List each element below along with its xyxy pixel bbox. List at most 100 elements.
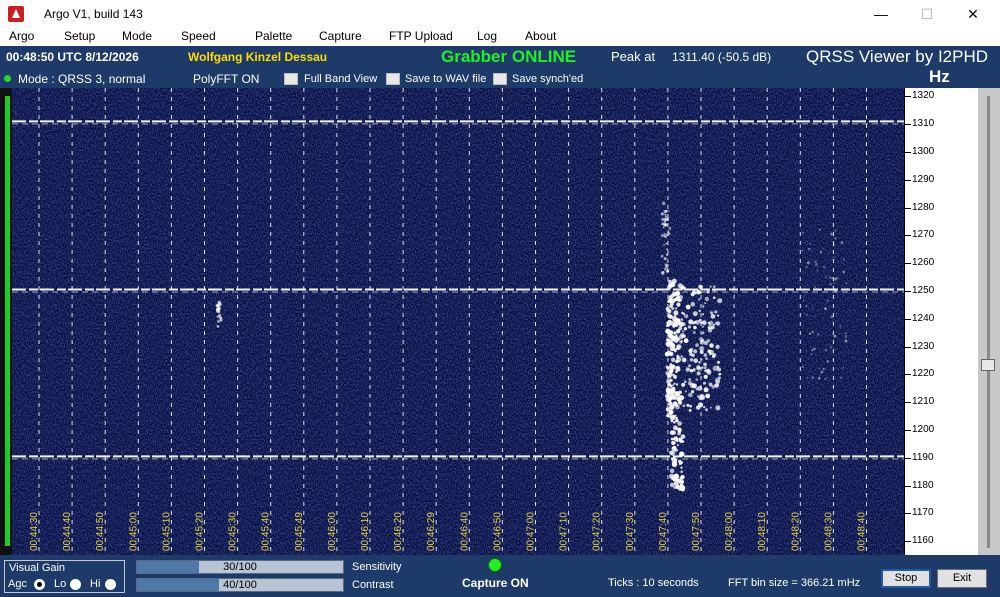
signal-dot bbox=[824, 276, 827, 279]
bottom-panel: Visual Gain Agc Lo Hi 30/100 Sensitivity… bbox=[0, 555, 1000, 597]
signal-dot bbox=[675, 360, 679, 364]
station-name: Wolfgang Kinzel Dessau bbox=[188, 50, 328, 64]
menu-argo[interactable]: Argo bbox=[9, 29, 34, 43]
contrast-slider[interactable]: 40/100 bbox=[136, 578, 344, 592]
signal-dot bbox=[818, 367, 821, 370]
signal-dot bbox=[674, 347, 677, 351]
peak-label: Peak at bbox=[611, 49, 656, 64]
signal-dot bbox=[833, 256, 835, 258]
signal-dot bbox=[708, 326, 712, 330]
save-synched-checkbox[interactable] bbox=[493, 73, 507, 85]
signal-dot bbox=[675, 290, 681, 296]
time-label: 00:47:30 bbox=[625, 512, 636, 551]
signal-dot bbox=[683, 338, 689, 344]
signal-dot bbox=[673, 331, 677, 335]
menu-ftp-upload[interactable]: FTP Upload bbox=[389, 29, 453, 43]
signal-dot bbox=[684, 314, 689, 319]
signal-dot bbox=[820, 370, 824, 374]
signal-dot bbox=[666, 248, 669, 251]
full-band-view-checkbox[interactable] bbox=[284, 73, 298, 85]
frequency-label: 1320 bbox=[912, 90, 935, 102]
gain-hi-radio[interactable] bbox=[105, 579, 116, 590]
signal-dot bbox=[818, 229, 821, 231]
signal-dot bbox=[667, 300, 671, 304]
menu-capture[interactable]: Capture bbox=[319, 29, 362, 43]
waterfall-display[interactable]: 00:44:30 00:44:40 00:44:50 00:45:00 00:45:10… bbox=[12, 88, 904, 555]
signal-dot bbox=[672, 445, 677, 450]
frequency-tick bbox=[905, 485, 911, 487]
signal-dot bbox=[663, 209, 668, 214]
signal-dot bbox=[811, 330, 814, 333]
menu-log[interactable]: Log bbox=[477, 29, 497, 43]
signal-dot bbox=[668, 383, 672, 387]
frequency-label: 1250 bbox=[912, 284, 935, 296]
gain-hi-label: Hi bbox=[90, 578, 101, 590]
signal-dot bbox=[675, 404, 679, 407]
gain-agc-radio[interactable] bbox=[34, 579, 45, 590]
signal-dot bbox=[667, 313, 672, 319]
time-label: 00:47:50 bbox=[691, 512, 702, 551]
signal-dot bbox=[669, 468, 675, 474]
exit-button[interactable]: Exit bbox=[937, 569, 987, 588]
save-wav-checkbox[interactable] bbox=[386, 73, 400, 85]
signal-dot bbox=[696, 405, 701, 410]
signal-dot bbox=[697, 385, 703, 391]
signal-dot bbox=[716, 314, 720, 317]
visual-gain-group: Visual Gain Agc Lo Hi bbox=[4, 560, 125, 593]
frequency-tick bbox=[905, 402, 911, 404]
signal-dot bbox=[670, 386, 676, 392]
gain-lo-radio[interactable] bbox=[70, 579, 81, 590]
signal-dot bbox=[666, 366, 670, 370]
signal-dot bbox=[665, 306, 670, 311]
signal-dot bbox=[665, 393, 670, 399]
signal-dot bbox=[692, 331, 696, 334]
frequency-label: 1270 bbox=[912, 229, 935, 241]
frequency-slider-thumb[interactable] bbox=[981, 359, 995, 371]
signal-dot bbox=[717, 298, 723, 304]
minimize-button[interactable]: — bbox=[858, 0, 904, 28]
signal-dot bbox=[680, 480, 685, 484]
time-label: 00:48:30 bbox=[823, 512, 834, 551]
menu-speed[interactable]: Speed bbox=[181, 29, 216, 43]
signal-dot bbox=[676, 302, 681, 307]
signal-dot bbox=[829, 345, 833, 349]
signal-dot bbox=[217, 300, 222, 305]
stop-button[interactable]: Stop bbox=[881, 569, 931, 588]
time-label: 00:47:20 bbox=[592, 512, 603, 551]
signal-dot bbox=[712, 296, 716, 299]
signal-dot bbox=[673, 335, 679, 340]
sensitivity-slider[interactable]: 30/100 bbox=[136, 560, 344, 574]
signal-dot bbox=[680, 466, 683, 469]
signal-dot bbox=[710, 311, 713, 315]
frequency-label: 1230 bbox=[912, 340, 935, 352]
signal-dot bbox=[822, 367, 825, 371]
signal-dot bbox=[673, 421, 676, 424]
signal-dot bbox=[680, 332, 685, 338]
signal-dot bbox=[698, 309, 701, 313]
signal-dot bbox=[675, 383, 679, 386]
signal-dot bbox=[703, 374, 708, 379]
menu-palette[interactable]: Palette bbox=[255, 29, 292, 43]
signal-dot bbox=[710, 406, 712, 409]
menu-mode[interactable]: Mode bbox=[122, 29, 152, 43]
signal-dot bbox=[692, 367, 696, 371]
signal-dot bbox=[698, 361, 701, 364]
frequency-slider[interactable] bbox=[978, 88, 1000, 555]
signal-dot bbox=[678, 488, 682, 491]
signal-dot bbox=[691, 383, 697, 389]
menu-about[interactable]: About bbox=[525, 29, 556, 43]
signal-dot bbox=[680, 318, 684, 321]
signal-dot bbox=[803, 300, 805, 302]
signal-dot bbox=[715, 377, 721, 383]
menu-bar: Argo Setup Mode Speed Palette Capture FT… bbox=[0, 28, 1000, 46]
menu-setup[interactable]: Setup bbox=[64, 29, 95, 43]
close-button[interactable]: ✕ bbox=[950, 0, 996, 28]
frequency-label: 1160 bbox=[912, 535, 934, 547]
signal-dot bbox=[662, 201, 666, 206]
signal-dot bbox=[703, 362, 707, 367]
signal-dot bbox=[666, 253, 669, 256]
save-synched-label: Save synch'ed bbox=[512, 73, 584, 85]
signal-dot bbox=[661, 212, 664, 216]
maximize-button[interactable]: ☐ bbox=[904, 0, 950, 28]
signal-dot bbox=[845, 282, 848, 285]
